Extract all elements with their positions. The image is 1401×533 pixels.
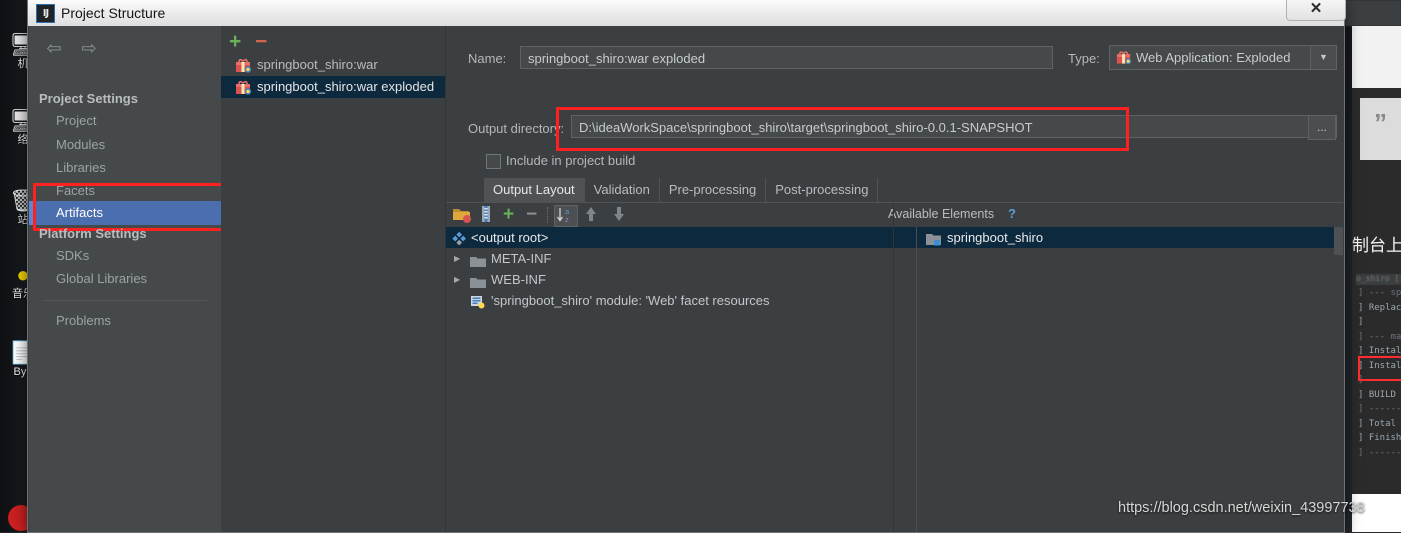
chinese-annotation: 制台上 — [1352, 236, 1401, 256]
console-line: ] --- spr — [1358, 288, 1401, 298]
sidebar-divider — [43, 300, 207, 301]
project-structure-dialog: IJ Project Structure ✕ ⇦ ⇨ Project Setti… — [27, 0, 1346, 533]
chevron-right-icon[interactable]: ▶ — [454, 248, 466, 269]
tab-bar: Output Layout Validation Pre-processing … — [484, 178, 879, 202]
tab-output-layout[interactable]: Output Layout — [484, 178, 585, 202]
tab-post-processing[interactable]: Post-processing — [766, 178, 879, 202]
add-archive-icon[interactable] — [479, 205, 499, 225]
output-layout-toolbar: + − a z Available Elements ? — [446, 203, 1343, 227]
ide-editor-white-strip — [1352, 26, 1401, 88]
sidebar-item-sdks[interactable]: SDKs — [29, 248, 89, 263]
remove-icon[interactable]: − — [526, 203, 537, 227]
console-line: ] -------- — [1358, 404, 1401, 414]
tab-pre-processing[interactable]: Pre-processing — [660, 178, 767, 202]
type-value: Web Application: Exploded — [1136, 50, 1291, 65]
quote-glyph: ” — [1360, 98, 1401, 160]
forward-icon[interactable]: ⇨ — [74, 38, 104, 59]
scrollbar-thumb[interactable] — [1334, 227, 1343, 255]
artifact-detail-panel: Name: springboot_shiro:war exploded Type… — [446, 26, 1343, 532]
console-highlight-box — [1358, 356, 1401, 381]
module-facet-icon — [470, 294, 485, 315]
include-in-build-label: Include in project build — [506, 153, 636, 168]
back-icon[interactable]: ⇦ — [39, 38, 69, 59]
sidebar-item-project[interactable]: Project — [29, 113, 96, 128]
artifacts-highlight-box — [33, 183, 229, 231]
tree-row-label: 'springboot_shiro' module: 'Web' facet r… — [491, 293, 770, 308]
name-input[interactable]: springboot_shiro:war exploded — [520, 46, 1053, 69]
dialog-body: ⇦ ⇨ Project Settings Project Modules Lib… — [28, 26, 1344, 532]
maven-console-output: ] --- spr ] Replacin ] ] --- mav ] Insta… — [1356, 286, 1401, 494]
toolbar-separator — [547, 207, 549, 223]
name-label: Name: — [468, 51, 507, 66]
tree-row[interactable]: ▶ WEB-INF — [446, 269, 893, 290]
chevron-right-icon[interactable]: ▶ — [454, 269, 466, 290]
move-down-icon[interactable] — [611, 203, 627, 230]
console-line: ] Total ti — [1358, 418, 1401, 429]
navigation-arrows: ⇦ ⇨ — [39, 38, 109, 60]
move-up-icon[interactable] — [583, 203, 599, 229]
sidebar-group-platform-settings: Platform Settings — [39, 226, 147, 241]
sidebar-item-problems[interactable]: Problems — [29, 313, 111, 328]
chevron-down-icon[interactable]: ▼ — [1310, 46, 1336, 69]
add-directory-content-icon[interactable] — [452, 205, 472, 225]
console-line: ] Finished — [1358, 433, 1401, 443]
web-application-icon — [1116, 49, 1132, 70]
available-elements-tree: springboot_shiro — [894, 227, 1343, 532]
output-layout-tree: <output root> ▶ META-INF ▶ WEB-INF 'spri… — [446, 227, 899, 532]
console-line: ] — [1358, 317, 1364, 327]
svg-text:a: a — [565, 208, 569, 216]
list-item-label: springboot_shiro:war — [257, 57, 378, 72]
watermark: https://blog.csdn.net/weixin_43997738 — [1118, 500, 1365, 516]
artifact-list-panel: + − springboot_shiro:war springboot_shir… — [221, 26, 446, 532]
tree-row[interactable]: 'springboot_shiro' module: 'Web' facet r… — [446, 290, 893, 311]
list-item[interactable]: springboot_shiro:war exploded — [221, 76, 445, 98]
tree-row-label: springboot_shiro — [947, 230, 1044, 245]
tab-validation[interactable]: Validation — [585, 178, 660, 202]
tree-row-label: META-INF — [491, 251, 552, 266]
browse-button[interactable]: ... — [1308, 115, 1336, 140]
list-item[interactable]: springboot_shiro:war — [221, 54, 445, 76]
sidebar-item-global-libraries[interactable]: Global Libraries — [29, 271, 147, 286]
module-icon — [926, 231, 942, 252]
console-line: ] --- mav — [1358, 331, 1401, 342]
include-in-build-checkbox[interactable] — [486, 154, 501, 169]
tree-row[interactable]: springboot_shiro — [894, 227, 1334, 248]
add-icon[interactable]: + — [503, 203, 514, 227]
available-elements-label: Available Elements — [888, 207, 995, 221]
list-item-label: springboot_shiro:war exploded — [257, 79, 435, 94]
sidebar-group-project-settings: Project Settings — [39, 91, 138, 106]
remove-artifact-button[interactable]: − — [255, 31, 267, 52]
war-exploded-artifact-icon — [235, 79, 252, 95]
dialog-title: Project Structure — [61, 5, 166, 21]
tree-row[interactable]: <output root> — [446, 227, 899, 248]
console-tab-header: o_shiro [install — [1356, 274, 1401, 285]
close-icon[interactable]: ✕ — [1286, 0, 1346, 21]
sidebar-item-modules[interactable]: Modules — [29, 137, 105, 152]
type-dropdown[interactable]: Web Application: Exploded ▼ — [1109, 45, 1337, 70]
type-label: Type: — [1068, 51, 1100, 66]
add-artifact-button[interactable]: + — [229, 31, 241, 52]
dialog-titlebar: IJ Project Structure ✕ — [28, 0, 1346, 27]
intellij-icon: IJ — [36, 4, 55, 23]
settings-sidebar: ⇦ ⇨ Project Settings Project Modules Lib… — [29, 26, 229, 532]
output-directory-label: Output directory: — [468, 121, 565, 136]
tree-row-label: WEB-INF — [491, 272, 546, 287]
console-line: ] BUILD SU — [1358, 389, 1401, 400]
console-line: ] Replacin — [1358, 302, 1401, 313]
svg-text:z: z — [565, 216, 569, 224]
war-artifact-icon — [235, 57, 252, 73]
sort-icon[interactable]: a z — [554, 205, 578, 227]
help-icon[interactable]: ? — [1008, 206, 1016, 221]
console-line: ] -------- — [1358, 447, 1401, 458]
sidebar-item-libraries[interactable]: Libraries — [29, 160, 106, 175]
tree-indent-guide — [916, 227, 917, 532]
tree-row[interactable]: ▶ META-INF — [446, 248, 893, 269]
tree-row-label: <output root> — [471, 230, 549, 245]
output-directory-highlight-box — [556, 107, 1129, 151]
